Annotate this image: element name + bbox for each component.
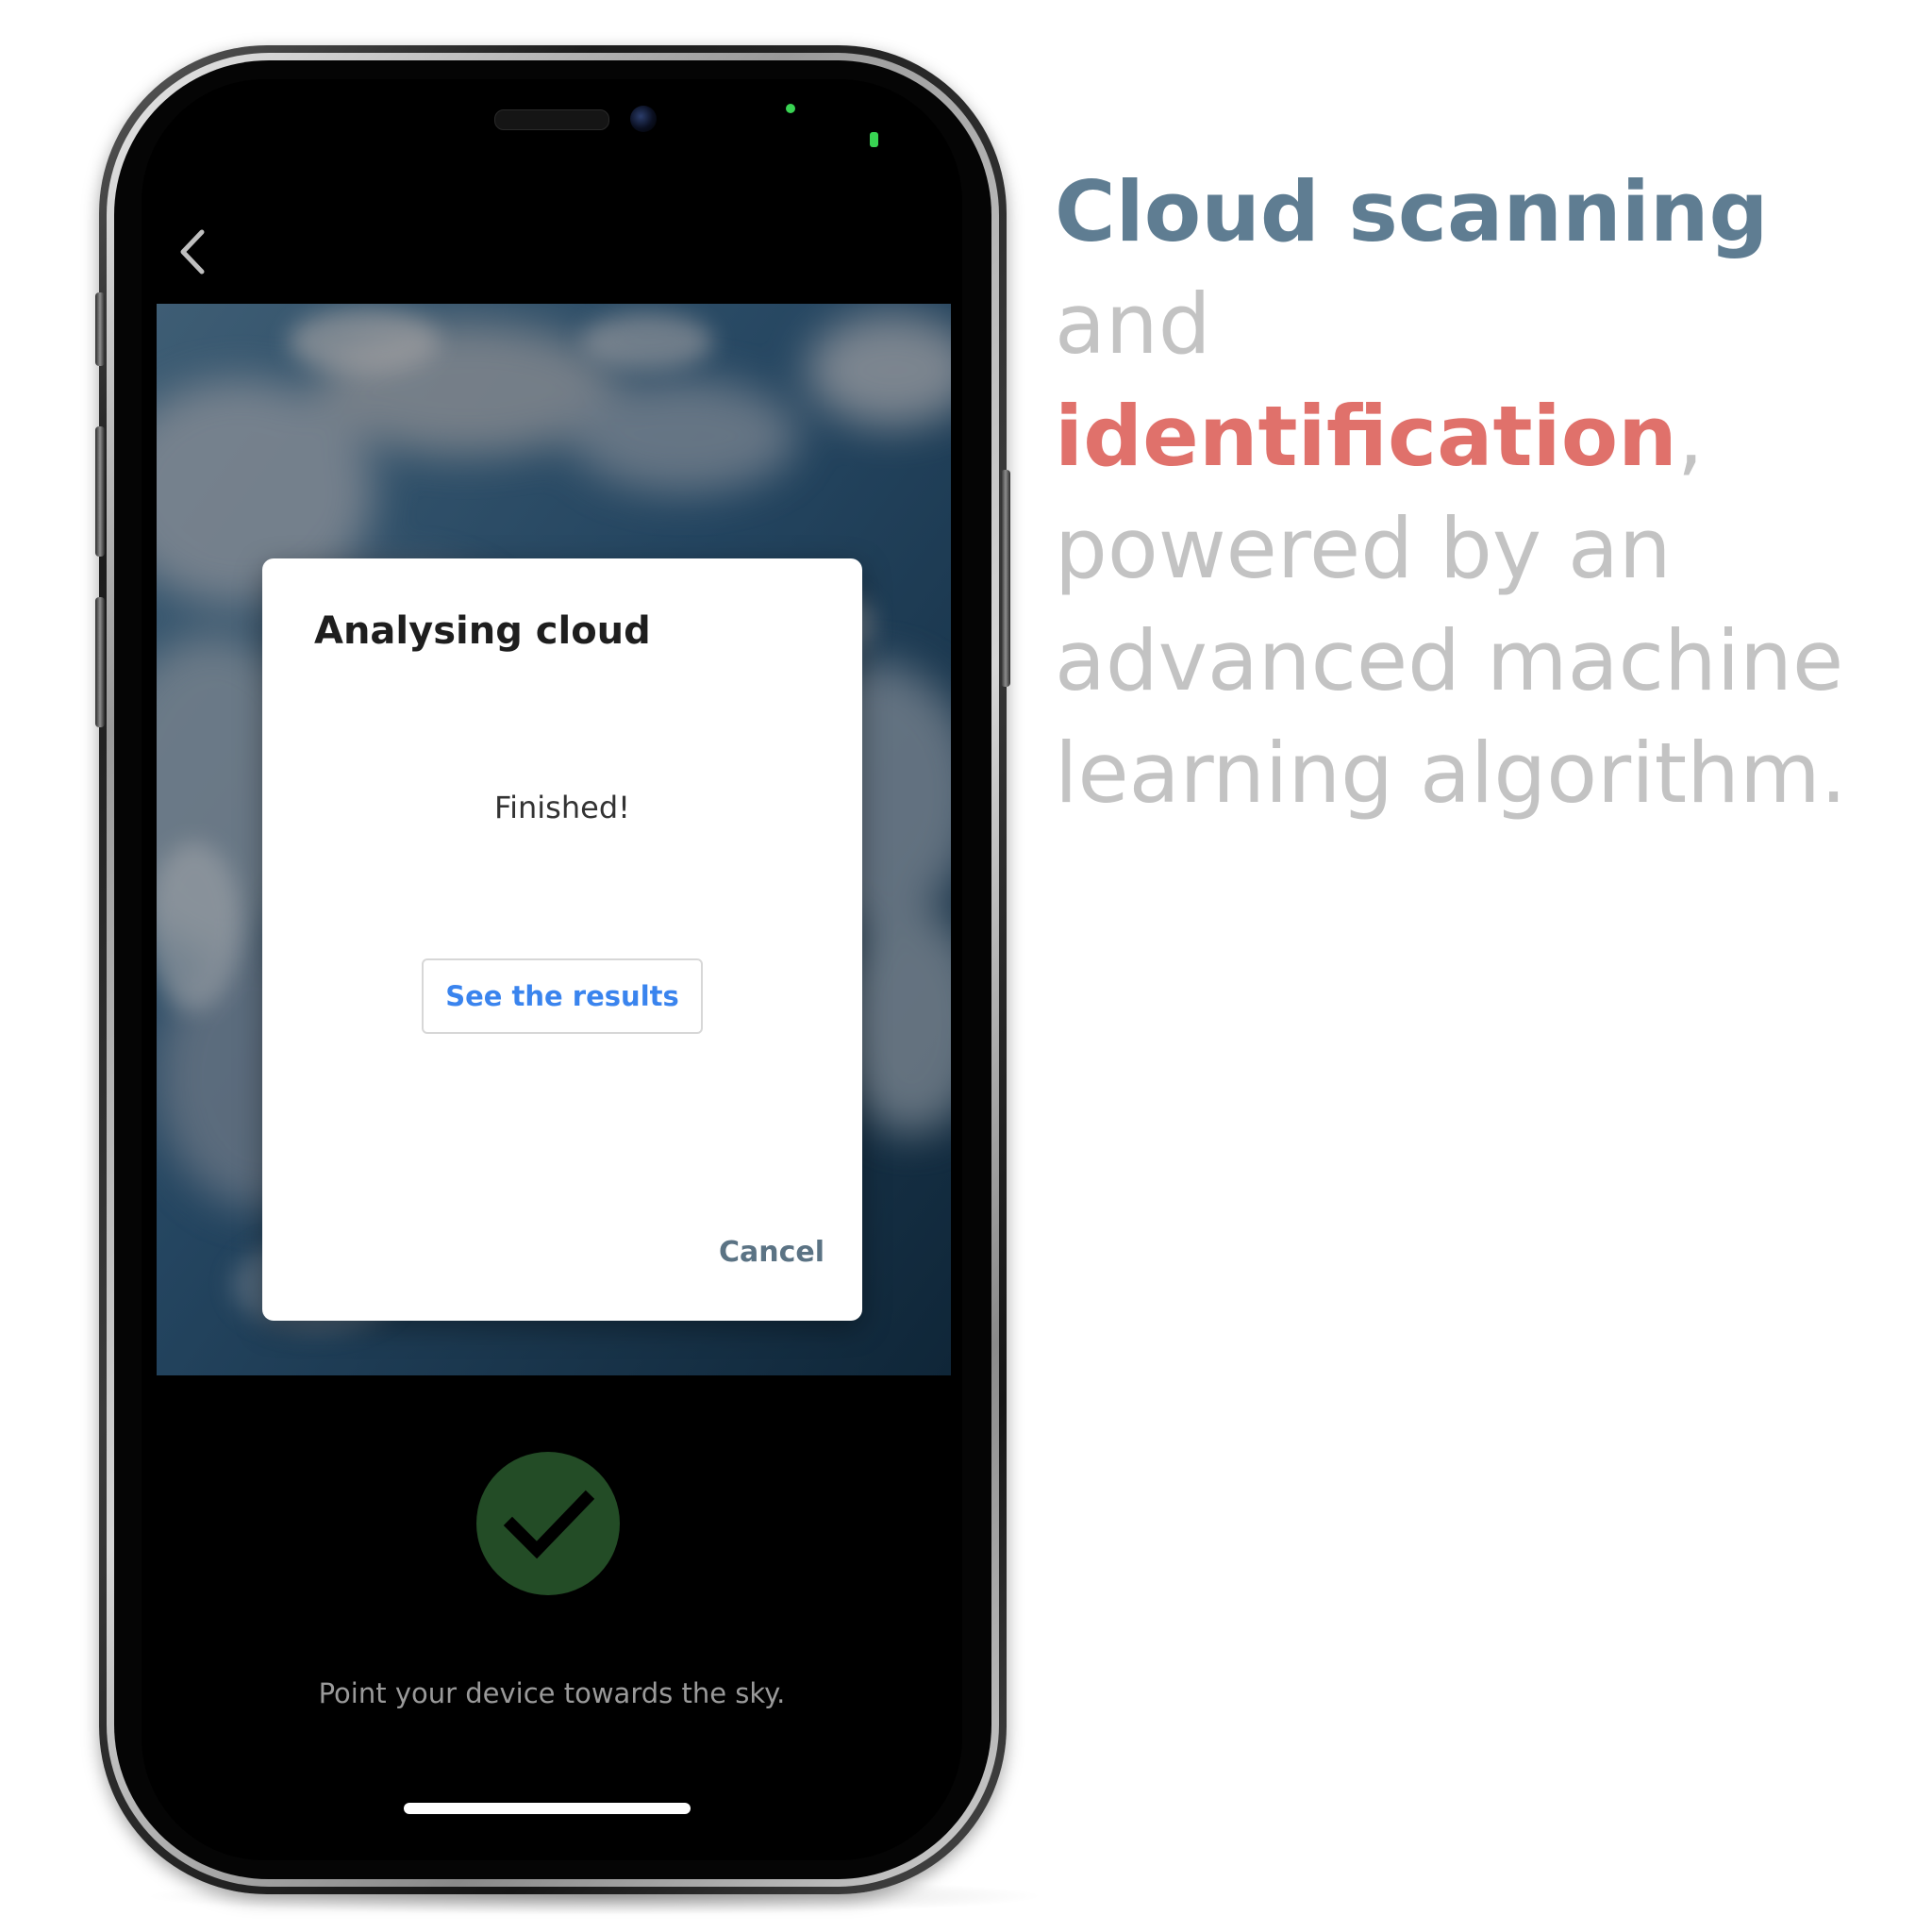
dialog-title: Analysing cloud bbox=[314, 609, 651, 653]
promo-canvas: Analysing cloud Finished! See the result… bbox=[0, 0, 1932, 1932]
silent-switch bbox=[95, 292, 105, 366]
camera-indicator-dot bbox=[786, 104, 795, 113]
analysis-status-text: Finished! bbox=[494, 790, 630, 825]
see-results-button[interactable]: See the results bbox=[422, 958, 703, 1034]
power-button bbox=[1001, 470, 1010, 687]
capture-button[interactable] bbox=[476, 1452, 620, 1595]
marketing-headline: Cloud scanning and identification, power… bbox=[1055, 156, 1923, 829]
camera-hint-text: Point your device towards the sky. bbox=[318, 1677, 786, 1709]
home-indicator[interactable] bbox=[404, 1803, 691, 1814]
checkmark-icon bbox=[503, 1490, 595, 1559]
volume-up-button bbox=[95, 426, 105, 557]
back-button[interactable] bbox=[170, 219, 217, 285]
camera-preview: Analysing cloud Finished! See the result… bbox=[157, 304, 951, 1375]
analysis-dialog: Analysing cloud Finished! See the result… bbox=[262, 558, 862, 1321]
chevron-left-icon bbox=[180, 229, 205, 275]
headline-connector: and bbox=[1055, 275, 1211, 373]
phone-screen: Analysing cloud Finished! See the result… bbox=[142, 79, 962, 1860]
volume-down-button bbox=[95, 597, 105, 727]
headline-highlight-scanning: Cloud scanning bbox=[1055, 163, 1769, 260]
battery-icon bbox=[870, 132, 878, 147]
earpiece-speaker bbox=[494, 109, 609, 130]
cancel-button[interactable]: Cancel bbox=[719, 1236, 824, 1269]
front-camera bbox=[630, 106, 657, 132]
headline-tagline: powered by an advanced machine learning … bbox=[1055, 500, 1847, 822]
headline-comma: , bbox=[1676, 388, 1704, 485]
headline-highlight-identification: identification bbox=[1055, 388, 1677, 485]
